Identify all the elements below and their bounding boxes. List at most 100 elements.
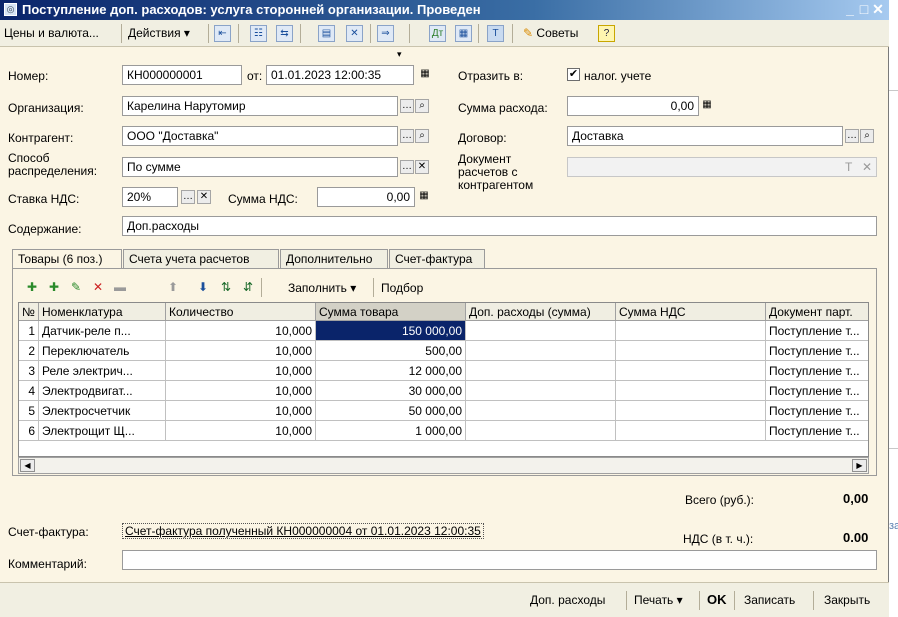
clear-icon[interactable]: ✕ [197,190,211,204]
selection-button[interactable]: Подбор [381,281,423,295]
horizontal-scrollbar[interactable]: ◀ ▶ [18,457,869,474]
tab-invoice[interactable]: Счет-фактура [389,249,485,269]
close-window-button[interactable]: ✕ [870,1,886,17]
select-ellipsis-icon[interactable]: … [845,129,859,143]
close-button[interactable]: Закрыть [824,593,870,607]
tab-additional[interactable]: Дополнительно [280,249,388,269]
move-down-icon[interactable]: ⬇ [195,280,211,295]
cell-batch-document[interactable]: Поступление т... [766,401,868,421]
cell-goods-sum[interactable]: 50 000,00 [316,401,466,421]
delete-row-icon[interactable]: ✕ [90,280,106,295]
extra-expenses-button[interactable]: Доп. расходы [530,593,605,607]
cell-item[interactable]: Электрощит Щ... [39,421,166,441]
scroll-left-icon[interactable]: ◀ [20,459,35,472]
calculator-icon[interactable]: ▦ [700,99,714,113]
cell-batch-document[interactable]: Поступление т... [766,341,868,361]
cell-quantity[interactable]: 10,000 [166,341,316,361]
cell-number[interactable]: 2 [19,341,39,361]
search-icon[interactable]: ⌕ [415,99,429,113]
cell-goods-sum[interactable]: 500,00 [316,341,466,361]
prices-currency-button[interactable]: Цены и валюта... [4,26,99,40]
vat-rate-field[interactable]: 20% [122,187,178,207]
cell-quantity[interactable]: 10,000 [166,401,316,421]
actions-menu-button[interactable]: Действия ▾ [128,26,190,40]
invoice-link[interactable]: Счет-фактура полученный КН000000004 от 0… [122,523,484,539]
cell-extra-expenses[interactable] [466,361,616,381]
print-menu-button[interactable]: Печать ▾ [634,593,683,607]
type-icon[interactable]: T [845,160,852,174]
cell-number[interactable]: 6 [19,421,39,441]
move-up-icon[interactable]: ⬆ [165,280,181,295]
cell-item[interactable]: Датчик-реле п... [39,321,166,341]
cell-extra-expenses[interactable] [466,421,616,441]
structure-icon[interactable]: T [487,25,504,42]
copy-arrow-icon[interactable]: ⇆ [276,25,293,42]
advice-button[interactable]: ✎ Советы [523,26,578,40]
cell-goods-sum[interactable]: 150 000,00 [316,321,466,341]
cell-item[interactable]: Электросчетчик [39,401,166,421]
sort-ascending-icon[interactable]: ⇅ [218,280,234,295]
cell-batch-document[interactable]: Поступление т... [766,381,868,401]
cell-vat[interactable] [616,341,766,361]
cell-goods-sum[interactable]: 30 000,00 [316,381,466,401]
organization-field[interactable]: Карелина Нарутомир [122,96,398,116]
cell-vat[interactable] [616,321,766,341]
edit-row-icon[interactable]: ✎ [68,280,84,295]
column-header-batch-document[interactable]: Документ парт. [766,303,868,321]
title-bar[interactable]: ◎ Поступление доп. расходов: услуга стор… [0,0,889,20]
comment-field[interactable] [122,550,877,570]
scroll-right-icon[interactable]: ▶ [852,459,867,472]
cell-batch-document[interactable]: Поступление т... [766,421,868,441]
cell-quantity[interactable]: 10,000 [166,381,316,401]
cell-extra-expenses[interactable] [466,381,616,401]
cell-vat[interactable] [616,381,766,401]
contract-field[interactable]: Доставка [567,126,843,146]
cell-quantity[interactable]: 10,000 [166,361,316,381]
number-field[interactable]: КН000000001 [122,65,242,85]
column-header-quantity[interactable]: Количество [166,303,316,321]
open-folder-icon[interactable]: ▤ [318,25,335,42]
cell-vat[interactable] [616,361,766,381]
delete-mark-icon[interactable]: ✕ [346,25,363,42]
goods-table[interactable]: № Номенклатура Количество Сумма товара Д… [18,302,869,457]
select-ellipsis-icon[interactable]: … [181,190,195,204]
tab-settlement-accounts[interactable]: Счета учета расчетов [123,249,279,269]
expense-sum-field[interactable]: 0,00 [567,96,699,116]
based-on-icon[interactable]: ⇒ [377,25,394,42]
content-field[interactable]: Доп.расходы [122,216,877,236]
cell-quantity[interactable]: 10,000 [166,321,316,341]
cell-batch-document[interactable]: Поступление т... [766,321,868,341]
cell-number[interactable]: 4 [19,381,39,401]
report-icon[interactable]: ▦ [455,25,472,42]
cell-number[interactable]: 1 [19,321,39,341]
fill-menu-button[interactable]: Заполнить ▾ [288,281,356,295]
search-icon[interactable]: ⌕ [860,129,874,143]
ok-button[interactable]: OK [707,592,727,607]
chevron-down-icon[interactable]: ▾ [397,49,402,60]
cell-item[interactable]: Переключатель [39,341,166,361]
distribution-method-field[interactable]: По сумме [122,157,398,177]
cell-number[interactable]: 5 [19,401,39,421]
cell-vat[interactable] [616,401,766,421]
search-icon[interactable]: ⌕ [415,129,429,143]
clear-icon[interactable]: ✕ [862,160,872,174]
sort-descending-icon[interactable]: ⇵ [240,280,256,295]
cell-extra-expenses[interactable] [466,401,616,421]
select-ellipsis-icon[interactable]: … [400,129,414,143]
calculator-icon[interactable]: ▦ [417,190,431,204]
copy-row-icon[interactable]: ✚ [46,280,62,295]
cell-extra-expenses[interactable] [466,321,616,341]
tax-accounting-checkbox[interactable]: ✔ [567,68,580,81]
cell-goods-sum[interactable]: 12 000,00 [316,361,466,381]
tab-goods[interactable]: Товары (6 поз.) [12,249,122,270]
column-header-vat[interactable]: Сумма НДС [616,303,766,321]
end-edit-icon[interactable]: ▬ [112,280,128,295]
cell-extra-expenses[interactable] [466,341,616,361]
journal-icon[interactable]: ☷ [250,25,267,42]
help-icon[interactable]: ? [598,25,615,42]
save-button[interactable]: Записать [744,593,795,607]
column-header-number[interactable]: № [19,303,39,321]
calendar-icon[interactable]: ▦ [418,68,432,82]
dt-kt-icon[interactable]: Дт [429,25,446,42]
cell-goods-sum[interactable]: 1 000,00 [316,421,466,441]
